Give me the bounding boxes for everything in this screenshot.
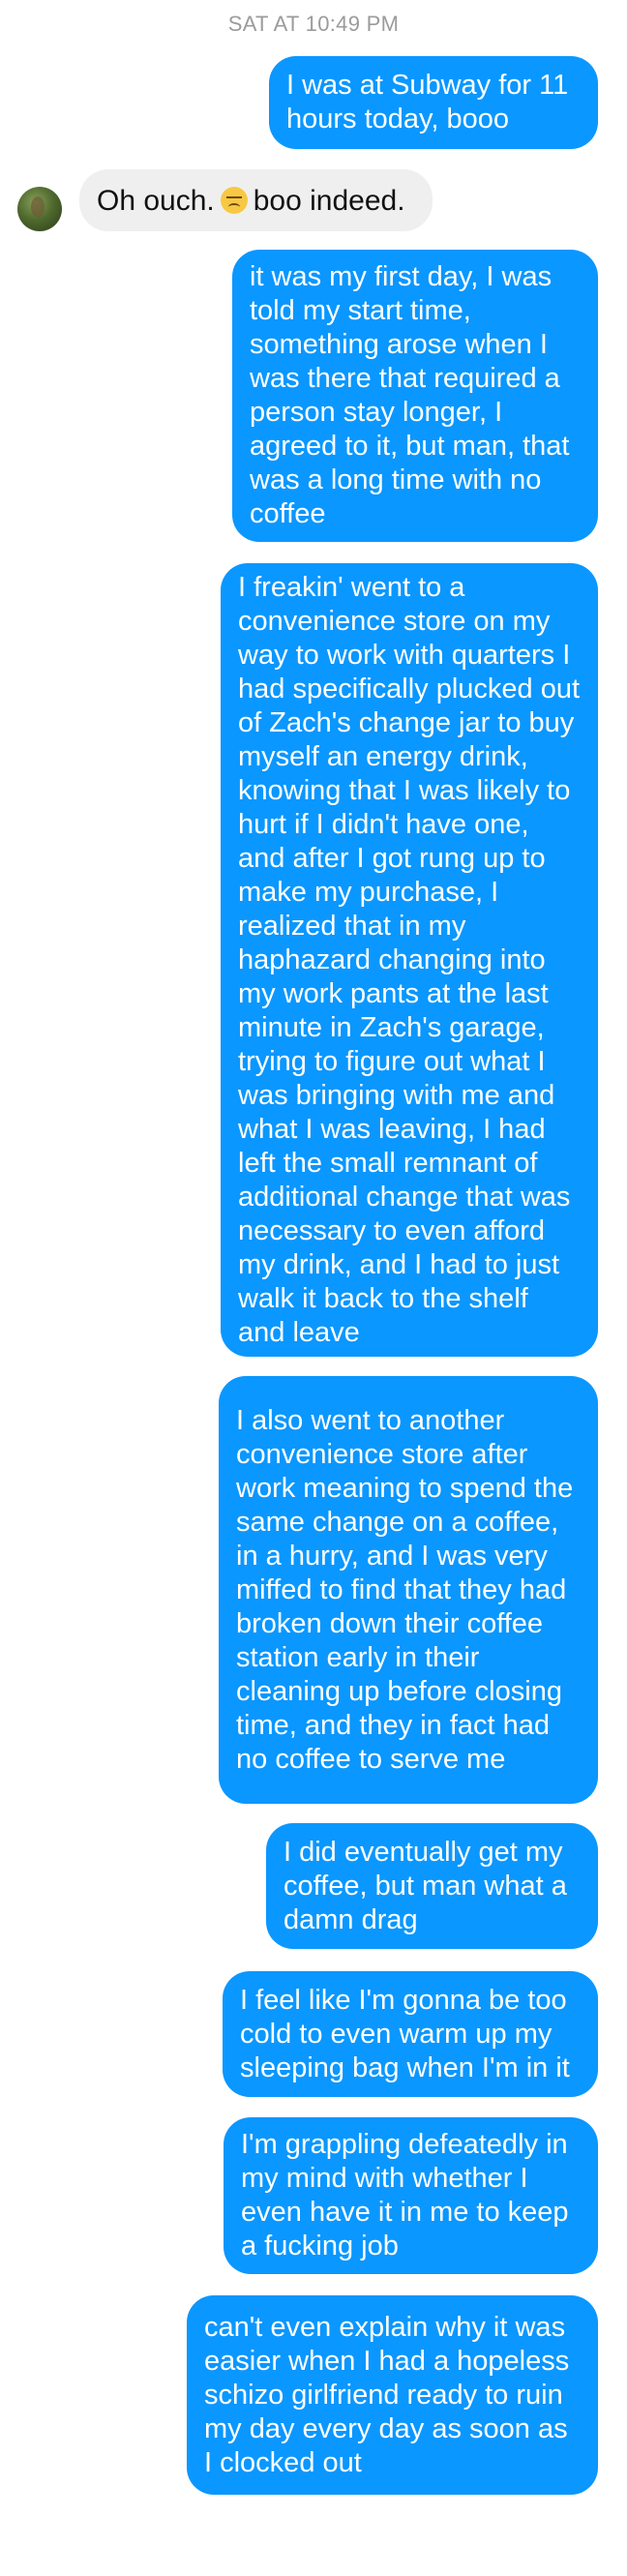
outgoing-message-bubble[interactable]: I did eventually get my coffee, but man …	[266, 1823, 598, 1949]
incoming-message-bubble[interactable]: Oh ouch. boo indeed.	[79, 169, 433, 231]
outgoing-message-bubble[interactable]: I also went to another convenience store…	[219, 1376, 598, 1804]
outgoing-message-bubble[interactable]: can't even explain why it was easier whe…	[187, 2295, 598, 2495]
outgoing-message-bubble[interactable]: I freakin' went to a convenience store o…	[221, 563, 598, 1357]
incoming-message-text-start: Oh ouch.	[97, 184, 215, 217]
disappointed-face-emoji-icon	[220, 187, 248, 214]
conversation-timestamp: SAT AT 10:49 PM	[227, 12, 400, 36]
incoming-message-text-end: boo indeed.	[253, 184, 405, 217]
contact-avatar[interactable]	[17, 187, 62, 231]
outgoing-message-bubble[interactable]: I was at Subway for 11 hours today, booo	[269, 56, 598, 149]
outgoing-message-bubble[interactable]: I feel like I'm gonna be too cold to eve…	[223, 1971, 598, 2097]
outgoing-message-bubble[interactable]: I'm grappling defeatedly in my mind with…	[224, 2117, 598, 2274]
outgoing-message-bubble[interactable]: it was my first day, I was told my start…	[232, 250, 598, 542]
